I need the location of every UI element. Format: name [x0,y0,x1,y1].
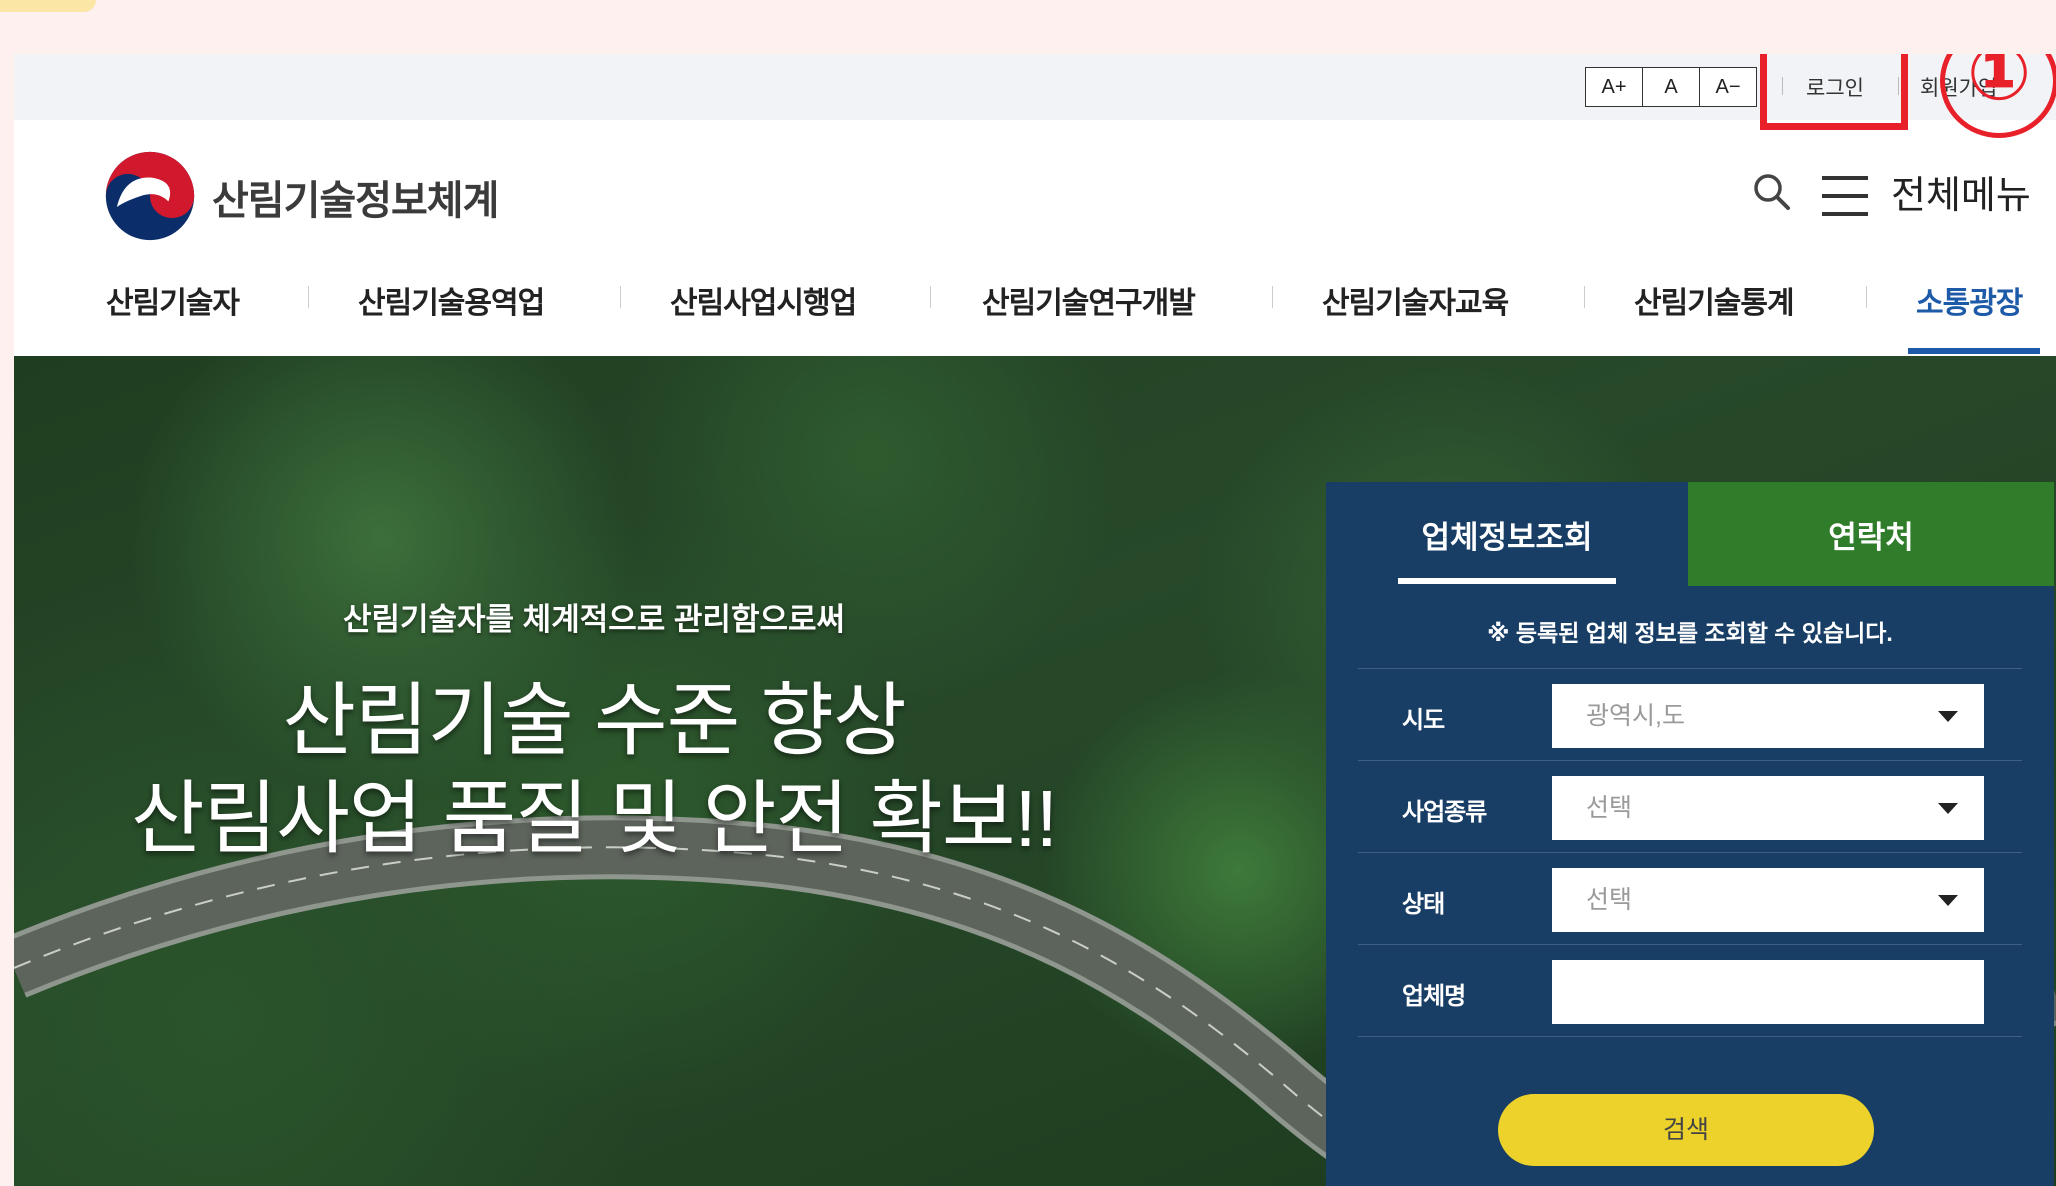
all-menu-button[interactable]: 전체메뉴 [1891,164,2031,219]
page-frame: A+ A A− 로그인 회원가입 ① 산림기술정보체계 전체메뉴 산림기술자 산… [14,54,2056,1186]
nav-item-communication-plaza[interactable]: 소통광장 [1916,278,2023,322]
active-tab-underline [1398,578,1616,584]
status-select[interactable]: 선택 [1552,868,1984,932]
nav-item-forest-statistics[interactable]: 산림기술통계 [1634,278,1795,322]
tab-contact[interactable]: 연락처 [1688,482,2054,586]
site-title[interactable]: 산림기술정보체계 [212,168,499,226]
search-icon[interactable] [1750,170,1794,214]
hamburger-menu-icon[interactable] [1822,176,1868,216]
government-logo-icon[interactable] [104,150,196,242]
chevron-down-icon [1938,895,1958,906]
nav-divider [308,286,309,308]
nav-divider [1866,286,1867,308]
step-number: ① [1966,54,2032,116]
province-select[interactable]: 광역시,도 [1552,684,1984,748]
company-name-input[interactable] [1552,960,1984,1024]
business-type-select-value: 선택 [1586,794,1633,822]
company-search-panel: 업체정보조회 연락처 ※ 등록된 업체 정보를 조회할 수 있습니다. 시도 광… [1326,482,2054,1186]
nav-item-engineer-education[interactable]: 산림기술자교육 [1322,278,1509,322]
field-label-province: 시도 [1402,707,1445,734]
nav-divider [1272,286,1273,308]
nav-divider [620,286,621,308]
row-divider [1358,944,2022,945]
nav-item-forest-project-execution[interactable]: 산림사업시행업 [670,278,857,322]
utility-bar: A+ A A− 로그인 회원가입 ① [14,54,2056,138]
field-label-company-name: 업체명 [1402,983,1466,1010]
field-label-status: 상태 [1402,891,1445,918]
status-select-value: 선택 [1586,886,1633,914]
search-button[interactable]: 검색 [1498,1094,1874,1166]
row-divider [1358,760,2022,761]
field-label-business-type: 사업종류 [1402,799,1487,826]
browser-tab-corner [0,0,96,12]
row-divider [1358,668,2022,669]
search-form: ※ 등록된 업체 정보를 조회할 수 있습니다. 시도 광역시,도 사업종류 선… [1326,586,2054,1186]
province-select-value: 광역시,도 [1586,702,1685,730]
font-size-increase-button[interactable]: A+ [1585,67,1643,107]
row-divider [1358,852,2022,853]
font-size-reset-button[interactable]: A [1642,67,1700,107]
hero-title-line2: 산림사업 품질 및 안전 확보!! [131,774,1058,863]
nav-item-forest-rnd[interactable]: 산림기술연구개발 [982,278,1196,322]
business-type-select[interactable]: 선택 [1552,776,1984,840]
search-notice: ※ 등록된 업체 정보를 조회할 수 있습니다. [1487,620,1893,646]
main-navigation: 산림기술자 산림기술용역업 산림사업시행업 산림기술연구개발 산림기술자교육 산… [14,278,2056,357]
chevron-down-icon [1938,803,1958,814]
login-highlight-box [1760,54,1908,130]
nav-divider [930,286,931,308]
nav-item-forest-engineers[interactable]: 산림기술자 [106,278,240,322]
hero-subtitle: 산림기술자를 체계적으로 관리함으로써 [342,602,846,637]
chevron-down-icon [1938,711,1958,722]
row-divider [1358,1036,2022,1037]
tab-company-info-search[interactable]: 업체정보조회 [1326,482,1688,586]
active-nav-underline [1908,348,2040,354]
nav-divider [1584,286,1585,308]
font-size-decrease-button[interactable]: A− [1699,67,1757,107]
nav-item-forest-service-business[interactable]: 산림기술용역업 [358,278,545,322]
